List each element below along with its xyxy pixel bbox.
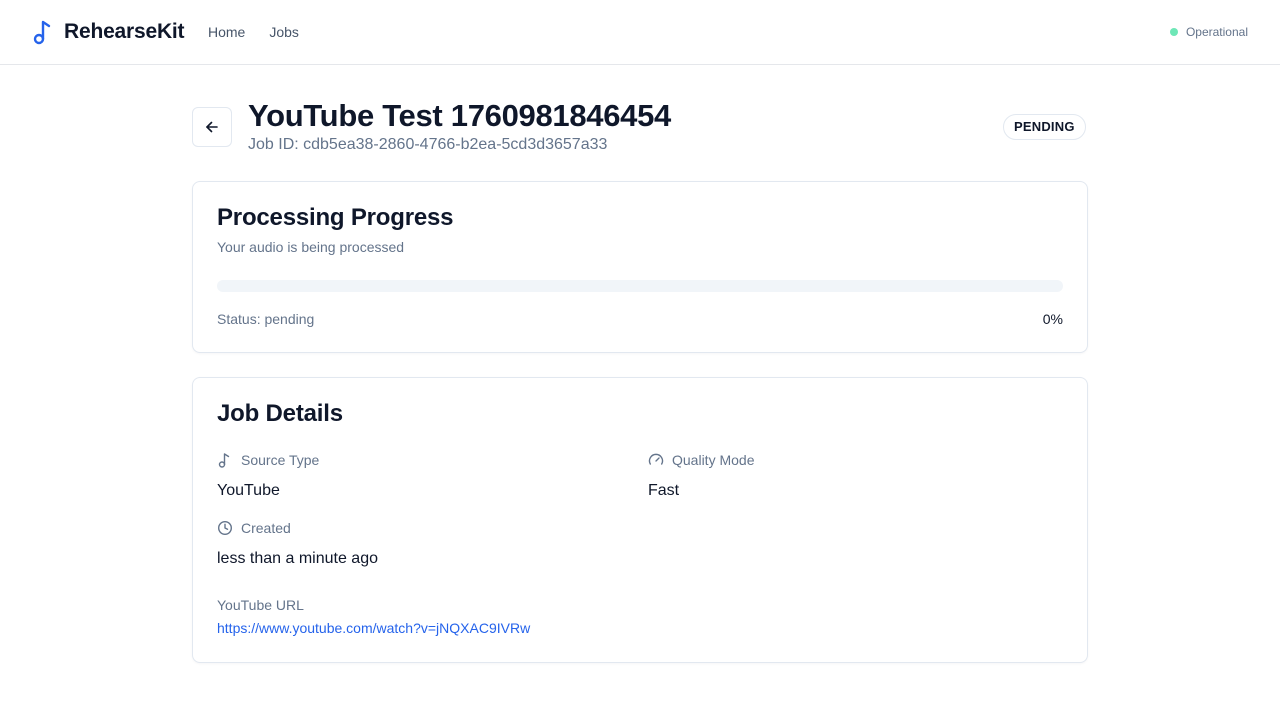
main-nav: Home Jobs (208, 22, 299, 42)
created-field: Created less than a minute ago (217, 519, 378, 569)
progress-percent: 0% (1042, 311, 1063, 327)
status-indicator-dot (1169, 28, 1178, 36)
brand-name: RehearseKit (64, 20, 185, 43)
system-status-text: Operational (1185, 25, 1248, 39)
field-value: less than a minute ago (217, 550, 378, 567)
job-details-card: Job Details Source Type YouTube Quality … (192, 377, 1088, 663)
nav-link-jobs[interactable]: Jobs (269, 22, 299, 42)
card-subtitle: Your audio is being processed (217, 239, 405, 255)
arrow-left-icon (205, 120, 219, 134)
system-status: Operational (1169, 23, 1248, 41)
progress-status-text: Status: pending (217, 311, 315, 327)
page-title: YouTube Test 1760981846454 (248, 98, 671, 133)
quality-mode-field: Quality Mode Fast (648, 451, 754, 501)
music-note-icon (217, 452, 233, 468)
youtube-url-link[interactable]: https://www.youtube.com/watch?v=jNQXAC9I… (217, 619, 530, 637)
card-title: Processing Progress (217, 204, 454, 231)
clock-icon (217, 520, 233, 536)
field-label: Created (241, 520, 291, 536)
field-value: Fast (648, 482, 680, 499)
source-type-field: Source Type YouTube (217, 451, 319, 501)
field-label: Source Type (241, 452, 320, 468)
top-navbar: RehearseKit Home Jobs Operational (0, 0, 1280, 65)
back-button[interactable] (192, 107, 232, 147)
gauge-icon (648, 452, 664, 468)
status-badge: PENDING (1003, 114, 1086, 140)
music-note-icon (32, 19, 54, 45)
nav-link-home[interactable]: Home (208, 22, 245, 42)
processing-progress-card: Processing Progress Your audio is being … (192, 181, 1088, 353)
field-value: YouTube (217, 482, 280, 499)
brand-logo-link[interactable]: RehearseKit (32, 18, 185, 46)
progress-bar (217, 280, 1063, 292)
card-title: Job Details (217, 400, 343, 427)
field-label: Quality Mode (672, 452, 755, 468)
job-id: Job ID: cdb5ea38-2860-4766-b2ea-5cd3d365… (248, 136, 608, 153)
youtube-url-label: YouTube URL (217, 597, 304, 613)
